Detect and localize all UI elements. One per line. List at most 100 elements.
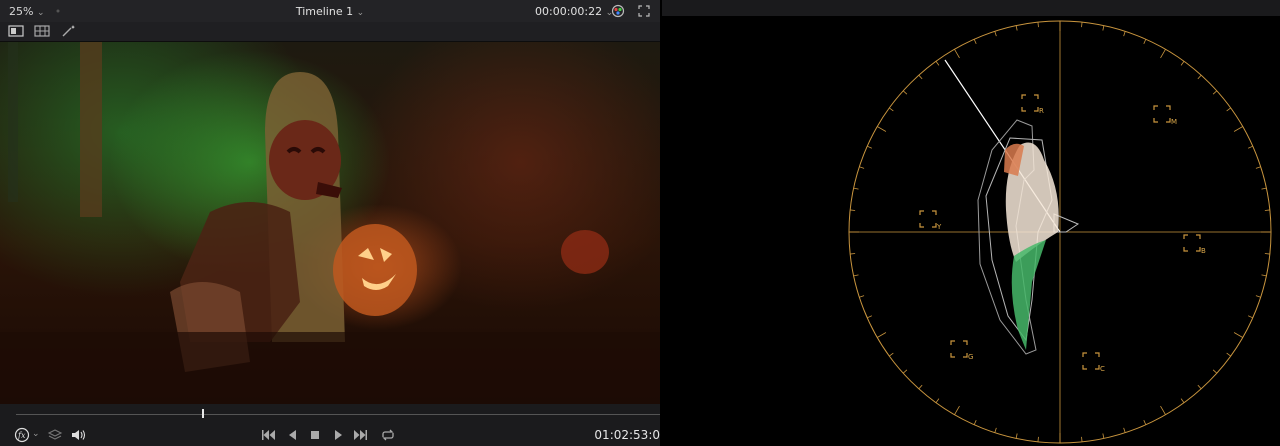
graticule-tick [1264,253,1270,255]
graticule-tick [1197,74,1202,80]
source-timecode[interactable]: 00:00:00:22 ⌄ [535,5,613,18]
target-label: Y [936,223,942,231]
graticule-tick [889,352,894,357]
graticule-tick [867,145,872,149]
graticule-tick [935,61,940,66]
stop-icon[interactable] [307,427,323,443]
target-label: B [1201,247,1206,255]
graticule-tick [1102,433,1105,439]
viewer-panel: 25% ⌄ Timeline 1 ⌄ 00:00:00:22 ⌄ fx ⌄ 01… [0,0,660,446]
target-m: M [1153,105,1177,126]
vectorscope-panel: R M B C G Y [662,0,1280,446]
graticule-tick [850,253,856,255]
target-r: R [1021,94,1044,115]
graticule-tick [1123,427,1126,433]
source-timecode-value: 00:00:00:22 [535,5,603,18]
vectorscope-targets: R M B C G Y [919,94,1206,373]
graticule-tick [853,187,859,190]
graticule-tick [877,126,887,132]
target-b: B [1183,234,1206,255]
effects-fx-icon[interactable]: fx [14,427,30,443]
graticule-tick [994,427,997,433]
target-label: C [1100,365,1105,373]
svg-text:fx: fx [17,431,26,440]
graticule-tick [1233,126,1243,132]
target-label: R [1039,107,1044,115]
graticule-tick [902,369,908,374]
graticule-tick [1143,420,1147,425]
graticule-tick [1255,166,1261,169]
graticule-tick [1160,49,1166,59]
graticule-tick [850,209,856,211]
skip-to-start-icon[interactable] [260,427,276,443]
timeline-title-label: Timeline 1 [295,5,354,18]
target-label: M [1171,118,1177,126]
viewer-toolbar [0,22,660,42]
graticule-tick [1180,398,1185,403]
magic-wand-icon[interactable] [61,24,77,38]
graticule-tick [1197,384,1202,390]
graticule-tick [853,274,859,277]
play-icon[interactable] [330,427,346,443]
graticule-tick [1102,25,1105,31]
target-g: G [950,340,973,361]
volume-icon[interactable] [70,427,86,443]
playhead-timecode: 01:02:53:0 [594,428,660,442]
scrubber-bar[interactable] [0,405,660,423]
vectorscope-trace [977,119,1080,355]
chevron-down-icon[interactable]: ⌄ [32,429,40,439]
graticule-tick [1212,90,1218,95]
graticule-tick [994,31,997,37]
graticule-tick [867,315,872,319]
graticule-tick [1233,332,1243,338]
graticule-tick [859,295,865,298]
graticule-tick [935,398,940,403]
chevron-down-icon: ⌄ [356,8,365,18]
graticule-tick [889,107,894,112]
graticule-tick [954,405,960,415]
graticule-tick [1261,274,1267,277]
graticule-tick [1081,436,1083,442]
graticule-tick [1261,187,1267,190]
layers-icon[interactable] [47,427,63,443]
graticule-tick [902,90,908,95]
graticule-tick [1081,22,1083,28]
single-viewer-icon[interactable] [8,24,24,38]
graticule-tick [1037,436,1039,442]
video-frame [0,42,660,404]
target-y: Y [919,210,942,231]
filmstrip-icon[interactable] [34,24,50,38]
skip-to-end-icon[interactable] [353,427,369,443]
graticule-tick [1264,209,1270,211]
graticule-tick [1015,433,1018,439]
graticule-tick [1248,145,1253,149]
transport-controls: fx ⌄ 01:02:53:0 [0,423,660,446]
graticule-tick [1226,107,1231,112]
graticule-tick [1037,22,1039,28]
graticule-tick [1015,25,1018,31]
graticule-tick [1255,295,1261,298]
graticule-tick [973,39,977,44]
graticule-tick [954,49,960,59]
color-wheel-icon[interactable] [610,3,626,19]
graticule-tick [918,74,923,80]
graticule-tick [1226,352,1231,357]
graticule-tick [1160,405,1166,415]
graticule-tick [1212,369,1218,374]
target-c: C [1082,352,1105,373]
viewer-header: 25% ⌄ Timeline 1 ⌄ 00:00:00:22 ⌄ [0,0,660,23]
target-label: G [968,353,973,361]
reverse-play-icon[interactable] [285,427,301,443]
scrubber-track[interactable] [16,414,660,415]
halloween-scene-image [0,42,660,404]
graticule-tick [859,166,865,169]
loop-icon[interactable] [380,427,396,443]
fullscreen-icon[interactable] [636,3,652,19]
graticule-tick [1143,39,1147,44]
playhead-handle[interactable] [201,409,204,418]
graticule-tick [1248,315,1253,319]
graticule-tick [877,332,887,338]
graticule-tick [1123,31,1126,37]
graticule-tick [918,384,923,390]
graticule-tick [973,420,977,425]
